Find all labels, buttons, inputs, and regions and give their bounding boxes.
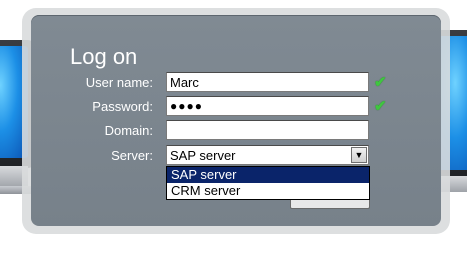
username-valid-checkmark-icon: ✔ bbox=[374, 74, 387, 91]
logon-screen: Log on User name: Marc ✔ Password: ●●●● … bbox=[0, 0, 467, 253]
logon-button[interactable] bbox=[290, 200, 370, 209]
username-input[interactable]: Marc bbox=[166, 72, 369, 92]
password-label: Password: bbox=[92, 99, 153, 114]
server-dropdown-list: SAP server CRM server bbox=[166, 166, 370, 200]
server-option-sap[interactable]: SAP server bbox=[167, 167, 369, 183]
username-label: User name: bbox=[85, 75, 153, 90]
server-label: Server: bbox=[111, 148, 153, 163]
dialog-title: Log on bbox=[70, 44, 138, 69]
password-valid-checkmark-icon: ✔ bbox=[374, 98, 387, 115]
server-select[interactable]: SAP server bbox=[166, 145, 369, 165]
dropdown-arrow-icon[interactable]: ▼ bbox=[351, 147, 367, 163]
domain-label: Domain: bbox=[104, 123, 153, 138]
server-option-crm[interactable]: CRM server bbox=[167, 183, 369, 199]
password-input[interactable]: ●●●● bbox=[166, 96, 369, 116]
domain-input[interactable] bbox=[166, 120, 369, 140]
